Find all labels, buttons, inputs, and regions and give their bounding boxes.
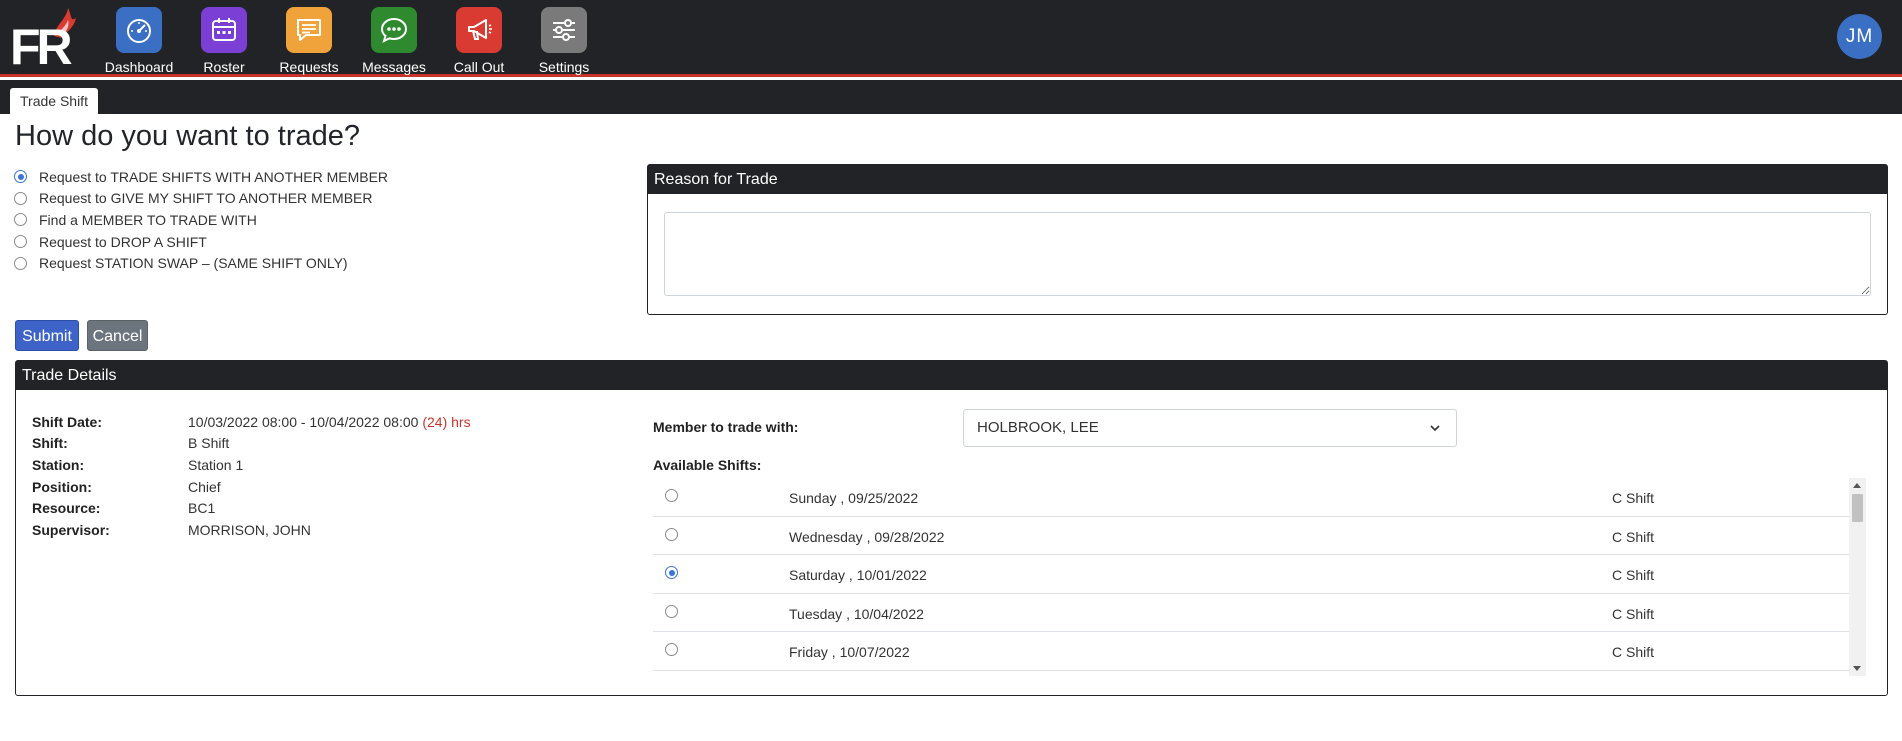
tab-trade-shift[interactable]: Trade Shift (10, 88, 98, 114)
scroll-up-icon[interactable] (1853, 483, 1861, 488)
nav-settings[interactable]: Settings (519, 7, 609, 75)
reason-panel: Reason for Trade (647, 164, 1888, 315)
member-select-value: HOLBROOK, LEE (977, 419, 1099, 436)
submit-button[interactable]: Submit (15, 320, 79, 351)
detail-value: 10/03/2022 08:00 - 10/04/2022 08:00 (24)… (188, 414, 471, 430)
shift-day: Tuesday , 10/04/2022 (789, 605, 924, 622)
top-navbar: FR Dashboard Roster Requests Messages Ca… (0, 0, 1902, 77)
detail-value: MORRISON, JOHN (188, 521, 311, 538)
trade-option[interactable]: Find a MEMBER TO TRADE WITH (14, 209, 388, 231)
shift-name: C Shift (1612, 490, 1655, 506)
detail-label: Supervisor: (32, 521, 110, 538)
chevron-down-icon (1430, 425, 1440, 432)
member-label: Member to trade with: (653, 419, 799, 435)
member-select[interactable]: HOLBROOK, LEE (963, 409, 1457, 447)
detail-value: Chief (188, 478, 221, 495)
shift-hours: (24) hrs (422, 413, 471, 430)
shift-row[interactable]: Wednesday , 09/28/2022 C Shift (653, 517, 1849, 555)
nav-label: Requests (279, 59, 339, 75)
trade-option[interactable]: Request STATION SWAP – (SAME SHIFT ONLY) (14, 252, 388, 274)
radio-button[interactable] (14, 170, 27, 184)
trade-option[interactable]: Request to TRADE SHIFTS WITH ANOTHER MEM… (14, 166, 388, 188)
detail-row: Supervisor: MORRISON, JOHN (32, 519, 471, 541)
available-shifts-label: Available Shifts: (653, 457, 762, 473)
reason-panel-header: Reason for Trade (648, 165, 1887, 194)
trade-option[interactable]: Request to DROP A SHIFT (14, 231, 388, 253)
trade-details-header: Trade Details (16, 361, 1887, 390)
trade-option[interactable]: Request to GIVE MY SHIFT TO ANOTHER MEMB… (14, 188, 388, 210)
trade-option-label: Request STATION SWAP – (SAME SHIFT ONLY) (39, 255, 348, 272)
detail-label: Resource: (32, 500, 101, 517)
detail-label: Station: (32, 456, 85, 473)
detail-value: BC1 (188, 500, 216, 517)
shift-day: Friday , 10/07/2022 (789, 644, 910, 660)
nav-requests[interactable]: Requests (264, 7, 354, 75)
chat-bubble-icon (371, 7, 417, 53)
radio-button[interactable] (665, 643, 678, 656)
radio-button[interactable] (665, 489, 678, 502)
shift-day: Sunday , 09/25/2022 (789, 490, 919, 506)
nav-label: Settings (538, 59, 590, 75)
radio-button[interactable] (14, 213, 27, 227)
shift-row[interactable]: Tuesday , 10/04/2022 C Shift (653, 594, 1849, 632)
detail-row: Position: Chief (32, 476, 471, 498)
cancel-button[interactable]: Cancel (87, 320, 148, 351)
radio-button[interactable] (665, 566, 678, 579)
radio-button[interactable] (14, 191, 27, 205)
app-logo[interactable]: FR (10, 6, 88, 75)
radio-button[interactable] (14, 235, 27, 249)
page-title: How do you want to trade? (15, 120, 360, 152)
detail-row: Shift Date: 10/03/2022 08:00 - 10/04/202… (32, 411, 471, 433)
available-shifts-list[interactable]: Sunday , 09/25/2022 C Shift Wednesday , … (653, 478, 1866, 676)
trade-details-panel: Trade Details Shift Date: 10/03/2022 08:… (15, 360, 1888, 696)
shift-name: C Shift (1612, 528, 1655, 545)
trade-option-label: Request to TRADE SHIFTS WITH ANOTHER MEM… (39, 168, 389, 185)
sliders-icon (541, 7, 587, 53)
shift-name: C Shift (1612, 605, 1655, 622)
user-avatar[interactable]: JM (1837, 14, 1882, 59)
gauge-icon (116, 7, 162, 53)
trade-option-label: Find a MEMBER TO TRADE WITH (39, 211, 257, 228)
detail-value: Station 1 (188, 456, 244, 473)
detail-row: Station: Station 1 (32, 454, 471, 476)
message-lines-icon (286, 7, 332, 53)
nav-label: Call Out (453, 59, 505, 75)
detail-row: Resource: BC1 (32, 497, 471, 519)
trade-option-label: Request to GIVE MY SHIFT TO ANOTHER MEMB… (39, 190, 373, 207)
megaphone-icon (456, 7, 502, 53)
nav-label: Messages (362, 59, 426, 75)
scroll-down-icon[interactable] (1853, 666, 1861, 671)
logo-text: FR (10, 19, 73, 70)
nav-dashboard[interactable]: Dashboard (94, 7, 184, 75)
shift-row[interactable]: Sunday , 09/25/2022 C Shift (653, 478, 1849, 517)
trade-option-label: Request to DROP A SHIFT (39, 233, 207, 250)
scroll-thumb[interactable] (1852, 494, 1863, 522)
shift-date-value: 10/03/2022 08:00 - 10/04/2022 08:00 (188, 413, 419, 430)
shift-day: Wednesday , 09/28/2022 (789, 528, 945, 545)
radio-button[interactable] (665, 604, 678, 618)
radio-button[interactable] (14, 256, 27, 270)
detail-label: Shift Date: (32, 413, 102, 430)
detail-label: Shift: (32, 435, 68, 452)
shift-details-list: Shift Date: 10/03/2022 08:00 - 10/04/202… (32, 411, 471, 541)
reason-textarea[interactable] (664, 212, 1871, 296)
nav-label: Roster (203, 59, 245, 75)
detail-label: Position: (32, 478, 92, 495)
shift-row[interactable]: Saturday , 10/01/2022 C Shift (653, 555, 1849, 594)
nav-call-out[interactable]: Call Out (434, 7, 524, 75)
shift-row[interactable]: Friday , 10/07/2022 C Shift (653, 632, 1849, 671)
shifts-scrollbar[interactable] (1849, 478, 1866, 676)
tab-strip: Trade Shift (0, 80, 1902, 114)
calendar-icon (201, 7, 247, 53)
trade-options: Request to TRADE SHIFTS WITH ANOTHER MEM… (14, 166, 388, 274)
shift-name: C Shift (1612, 567, 1655, 583)
radio-button[interactable] (665, 527, 678, 541)
detail-row: Shift: B Shift (32, 433, 471, 455)
nav-roster[interactable]: Roster (179, 7, 269, 75)
detail-value: B Shift (188, 435, 230, 452)
nav-messages[interactable]: Messages (349, 7, 439, 75)
shift-day: Saturday , 10/01/2022 (789, 567, 927, 583)
nav-label: Dashboard (104, 59, 174, 75)
shift-name: C Shift (1612, 644, 1655, 660)
